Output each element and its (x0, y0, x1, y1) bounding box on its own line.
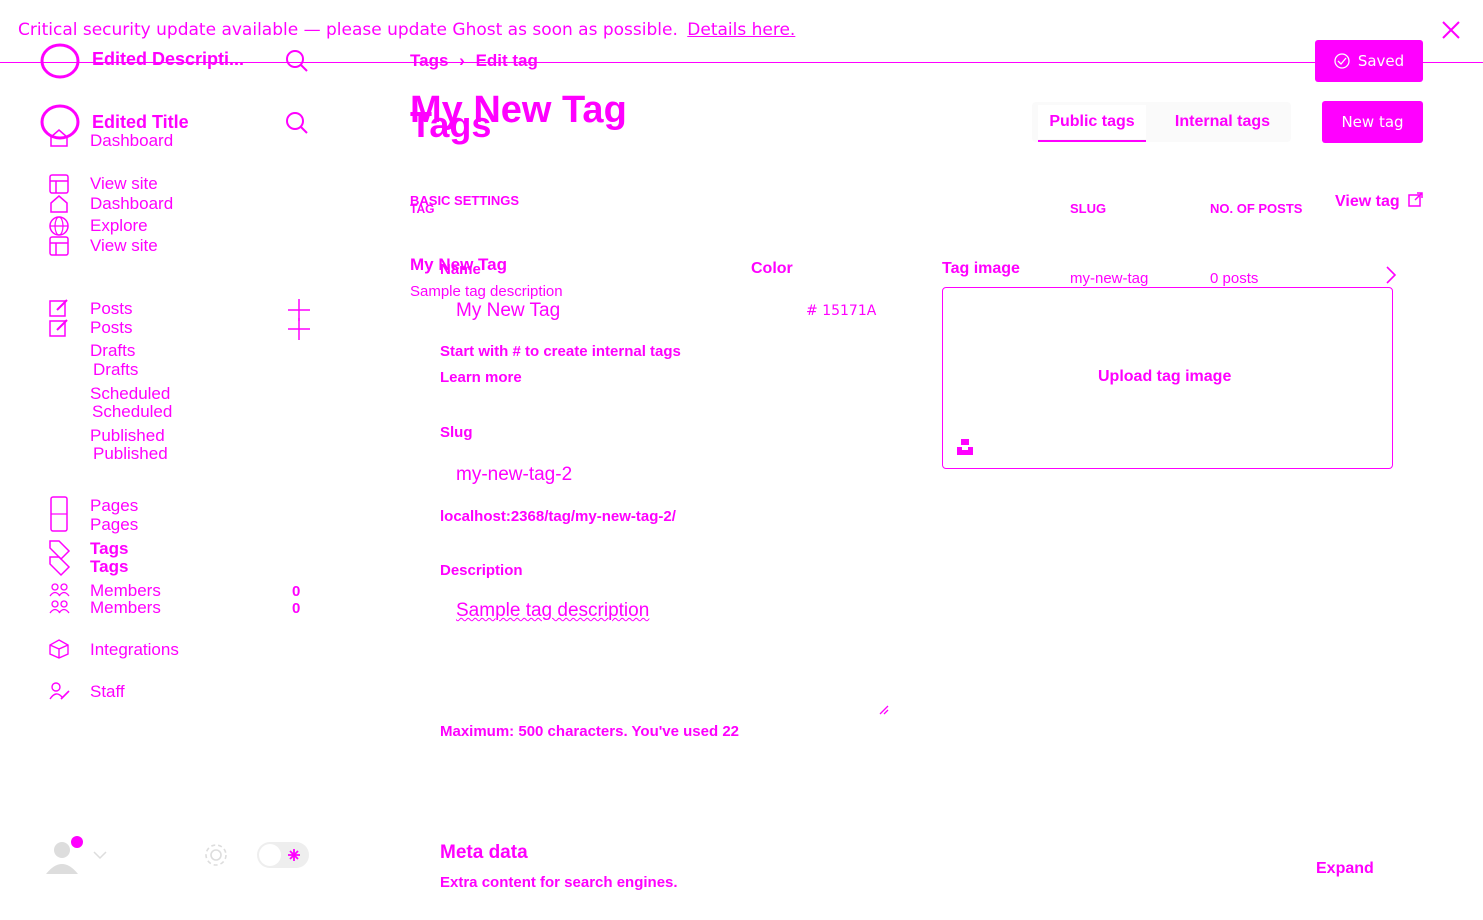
char-max: 500 (518, 723, 544, 740)
view-tag-link[interactable]: View tag (1335, 192, 1423, 211)
sidebar-item-scheduled[interactable]: Scheduled (90, 384, 170, 404)
gear-icon[interactable] (203, 842, 229, 873)
sidebar-item-pages[interactable]: Pages (90, 496, 138, 516)
members-count: 0 (292, 583, 301, 600)
sidebar-item-staff[interactable]: Staff (90, 682, 125, 702)
sidebar-item-drafts[interactable]: Drafts (93, 360, 138, 380)
sidebar-item-published[interactable]: Published (90, 426, 165, 446)
chevron-right-icon[interactable] (1385, 266, 1397, 289)
breadcrumb-current: Edit tag (475, 51, 538, 70)
search-icon[interactable] (285, 49, 309, 78)
char-used: 22 (722, 723, 740, 740)
sidebar-item-posts[interactable]: Posts (90, 299, 133, 319)
chevron-right-icon: › (459, 51, 465, 70)
members-icon (49, 582, 71, 623)
site-title[interactable]: Edited Descripti... (92, 49, 244, 70)
tag-image-label: Tag image (942, 260, 1020, 277)
char-mid: characters. You've used (543, 723, 723, 740)
sidebar-item-view-site[interactable]: View site (90, 236, 158, 256)
sidebar-item-dashboard[interactable]: Dashboard (90, 194, 173, 214)
list-title: Tags (410, 104, 492, 145)
tag-icon (49, 539, 71, 580)
tag-row-slug: my-new-tag (1070, 270, 1149, 287)
members-count: 0 (292, 600, 301, 617)
site-logo-icon[interactable] (40, 43, 80, 84)
staff-icon (49, 681, 71, 706)
external-link-icon (1408, 192, 1423, 207)
new-tag-button[interactable]: New tag (1322, 101, 1423, 143)
view-tag-label: View tag (1335, 193, 1400, 210)
sidebar-item-tags[interactable]: Tags (90, 539, 128, 559)
saved-button[interactable]: Saved (1315, 40, 1423, 82)
column-header-posts: NO. OF POSTS (1210, 201, 1303, 216)
description-label: Description (440, 562, 523, 579)
sidebar-item-tags[interactable]: Tags (90, 557, 128, 577)
unsplash-icon[interactable] (956, 438, 974, 461)
dark-mode-toggle[interactable] (256, 841, 310, 874)
breadcrumb-tags-link[interactable]: Tags (410, 51, 448, 70)
update-banner: Critical security update available — ple… (18, 20, 795, 40)
tag-row-posts: 0 posts (1210, 270, 1259, 287)
description-textarea[interactable]: Sample tag description (456, 600, 649, 622)
color-value: 15171A (822, 303, 877, 319)
column-header-slug: SLUG (1070, 201, 1107, 216)
sidebar-item-dashboard[interactable]: Dashboard (90, 131, 173, 151)
sidebar-item-integrations[interactable]: Integrations (90, 640, 179, 660)
meta-data-subtitle: Extra content for search engines. (440, 874, 678, 891)
close-icon[interactable] (1442, 21, 1460, 44)
name-hint: Start with # to create internal tags (440, 343, 681, 360)
column-header-tag: TAG (410, 202, 435, 216)
sidebar-item-pages[interactable]: Pages (90, 515, 138, 535)
learn-more-link[interactable]: Learn more (440, 369, 522, 386)
sidebar-item-drafts[interactable]: Drafts (90, 341, 135, 361)
sidebar-item-posts[interactable]: Posts (90, 318, 133, 338)
color-label: Color (751, 260, 793, 277)
site-title[interactable]: Edited Title (92, 112, 189, 133)
plus-icon[interactable] (288, 318, 310, 345)
slug-url: localhost:2368/tag/my-new-tag-2/ (440, 508, 676, 525)
sidebar-item-members[interactable]: Members (90, 598, 161, 618)
sidebar-item-scheduled[interactable]: Scheduled (92, 402, 172, 422)
color-hash: # (806, 303, 818, 319)
sidebar-item-published[interactable]: Published (93, 444, 168, 464)
view-site-icon (49, 236, 69, 261)
name-label: Name (440, 261, 481, 278)
tab-internal-tags[interactable]: Internal tags (1160, 105, 1285, 139)
meta-data-title: Meta data (440, 842, 528, 863)
tab-public-tags[interactable]: Public tags (1038, 105, 1146, 139)
color-input[interactable]: # 15171A (806, 303, 876, 319)
expand-button[interactable]: Expand (1316, 860, 1374, 878)
sidebar-item-view-site[interactable]: View site (90, 174, 158, 194)
slug-label: Slug (440, 424, 473, 441)
sidebar-item-explore[interactable]: Explore (90, 216, 148, 236)
banner-details-link[interactable]: Details here. (687, 20, 795, 40)
home-icon (49, 128, 69, 153)
char-max-prefix: Maximum: (440, 723, 519, 740)
tag-row-description: Sample tag description (410, 283, 563, 300)
character-count: Maximum: 500 characters. You've used 22 (440, 723, 739, 740)
name-input[interactable]: My New Tag (456, 300, 560, 322)
search-icon[interactable] (285, 111, 309, 140)
check-circle-icon (1334, 53, 1350, 69)
integrations-icon (49, 639, 69, 664)
banner-message: Critical security update available — ple… (18, 20, 678, 40)
saved-label: Saved (1357, 52, 1405, 70)
user-avatar[interactable] (44, 834, 110, 883)
page-icon (50, 496, 68, 537)
resize-handle-icon[interactable] (879, 702, 889, 720)
pencil-icon (49, 318, 69, 343)
breadcrumb: Tags › Edit tag (410, 51, 538, 71)
slug-input[interactable]: my-new-tag-2 (456, 464, 572, 486)
upload-tag-image-button[interactable]: Upload tag image (1098, 368, 1231, 386)
active-tab-indicator (1038, 140, 1146, 142)
